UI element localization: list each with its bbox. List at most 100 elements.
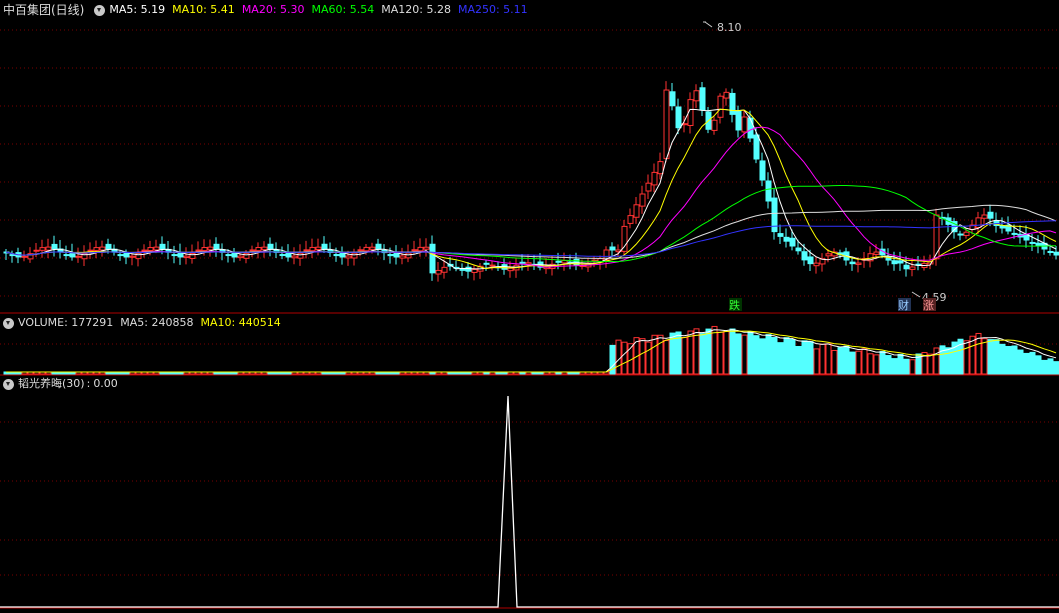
volume-label: VOLUME: 177291 (18, 316, 114, 329)
candle-body (717, 95, 724, 118)
volume-bar (1005, 345, 1012, 375)
volume-bar (651, 334, 658, 375)
candle-body (291, 255, 298, 259)
price-chart[interactable]: 8.10 4.59 跌 财 涨 (0, 0, 1059, 613)
ma-line (5, 185, 1057, 263)
ma120-label: MA120: 5.28 (381, 3, 451, 16)
volume-bar (795, 345, 802, 375)
high-price-label: 8.10 (717, 21, 742, 34)
candle-body (849, 261, 856, 265)
volume-bar (783, 337, 790, 375)
volume-legend: VOLUME: 177291 MA5: 240858 MA10: 440514 (0, 314, 288, 332)
chevron-down-icon[interactable] (94, 4, 106, 16)
volume-bar (981, 338, 988, 375)
candle-body (909, 266, 916, 270)
ma10-label: MA10: 5.41 (172, 3, 235, 16)
candle-body (891, 260, 898, 265)
volume-bar (945, 347, 952, 375)
volume-bar (1029, 351, 1036, 375)
volume-bar (801, 340, 808, 375)
candle-body (933, 214, 940, 260)
candle-body (141, 249, 148, 252)
volume-bar (699, 333, 706, 375)
candle-body (999, 225, 1006, 229)
candle-body (855, 262, 862, 265)
volume-bar (717, 331, 724, 375)
candle-body (459, 268, 466, 271)
volume-bar (1047, 358, 1054, 375)
high-annotation (703, 21, 713, 28)
volume-bar (621, 341, 628, 375)
zhang-marker[interactable]: 涨 (923, 299, 934, 312)
candle-body (699, 87, 706, 111)
candle-body (663, 89, 670, 160)
candle-body (375, 243, 382, 250)
candle-body (483, 262, 490, 265)
candle-body (87, 249, 94, 252)
volume-bar (687, 330, 694, 375)
candle-body (147, 247, 154, 251)
volume-bar (987, 339, 994, 375)
candle-body (411, 249, 418, 252)
volume-bar (855, 350, 862, 375)
chevron-down-icon[interactable] (3, 378, 14, 390)
candle-body (903, 264, 910, 270)
candle-body (441, 266, 448, 273)
volume-bar (789, 339, 796, 375)
candle-body (435, 269, 442, 275)
candle-body (753, 134, 760, 160)
volume-bar (843, 345, 850, 375)
volume-bar (729, 328, 736, 375)
volume-ma5-label: MA5: 240858 (120, 316, 194, 329)
candle-body (651, 171, 658, 186)
volume-bar (753, 335, 760, 375)
candle-body (9, 254, 16, 257)
candle-body (735, 110, 742, 131)
candle-body (1029, 241, 1036, 244)
candle-body (63, 254, 70, 257)
volume-bar (903, 358, 910, 375)
candle-body (1047, 250, 1054, 253)
volume-bar (1011, 345, 1018, 375)
volume-bar (657, 334, 664, 375)
candle-body (609, 246, 616, 251)
candle-body (711, 119, 718, 131)
candle-body (255, 246, 262, 252)
candle-body (723, 91, 730, 99)
candle-body (195, 249, 202, 252)
volume-bar (681, 336, 688, 375)
candle-body (525, 262, 532, 265)
candle-body (225, 254, 232, 257)
candle-body (333, 254, 340, 257)
volume-bar (831, 349, 838, 375)
candle-body (465, 266, 472, 272)
candle-body (39, 247, 46, 251)
volume-bar (897, 353, 904, 375)
volume-ma10-label: MA10: 440514 (200, 316, 281, 329)
candle-body (765, 180, 772, 202)
chevron-down-icon[interactable] (3, 317, 14, 329)
candle-body (783, 236, 790, 242)
candle-body (129, 255, 136, 258)
volume-bar (615, 339, 622, 375)
candle-body (243, 252, 250, 259)
candle-body (1011, 232, 1018, 235)
candle-body (21, 255, 28, 258)
candle-body (507, 267, 514, 272)
die-marker[interactable]: 跌 (729, 298, 740, 312)
candle-body (795, 247, 802, 252)
candle-body (519, 261, 526, 264)
ma250-label: MA250: 5.11 (457, 3, 528, 16)
volume-bar (963, 340, 970, 375)
volume-bar (819, 343, 826, 375)
cai-marker[interactable]: 财 (898, 298, 909, 312)
volume-bar (891, 358, 898, 375)
candle-body (387, 253, 394, 257)
ma60-label: MA60: 5.54 (311, 3, 375, 16)
volume-bar (825, 343, 832, 375)
candle-body (399, 255, 406, 259)
volume-bar (807, 341, 814, 375)
candle-body (777, 233, 784, 237)
candle-body (117, 254, 124, 257)
candle-body (1035, 242, 1042, 247)
